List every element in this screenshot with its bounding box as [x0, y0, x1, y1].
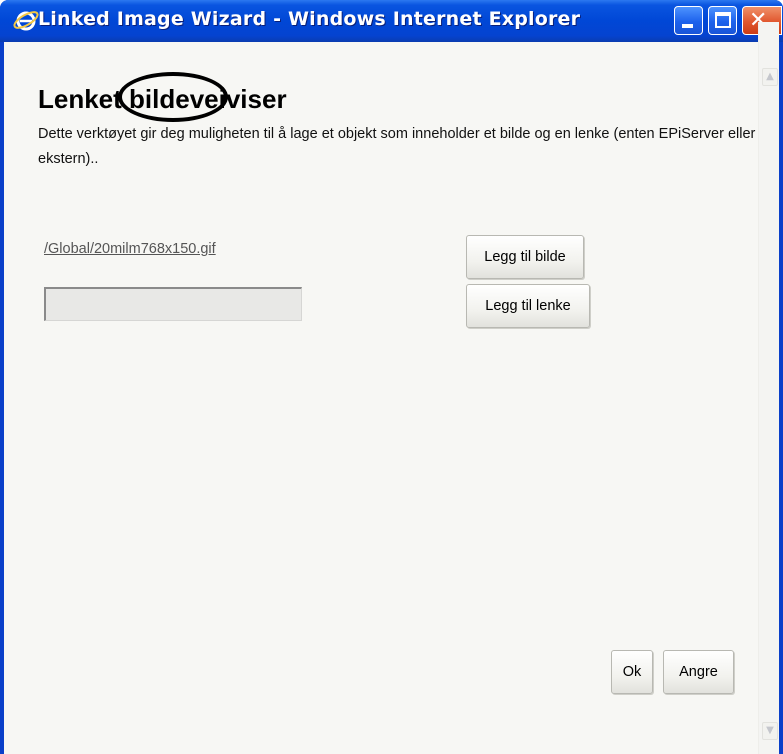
minimize-button[interactable]: [674, 6, 703, 35]
scroll-down-arrow-icon[interactable]: ▼: [762, 722, 778, 740]
minimize-icon: [682, 24, 693, 28]
browser-window: Linked Image Wizard - Windows Internet E…: [0, 0, 783, 754]
cancel-button[interactable]: Angre: [663, 650, 734, 694]
add-link-button[interactable]: Legg til lenke: [466, 284, 590, 328]
annotation-circle: [118, 72, 228, 122]
maximize-icon: [715, 12, 731, 28]
internet-explorer-icon: [13, 11, 39, 31]
add-image-button[interactable]: Legg til bilde: [466, 235, 584, 279]
link-field[interactable]: [44, 287, 302, 321]
image-path-link[interactable]: /Global/20milm768x150.gif: [44, 241, 216, 257]
window-title: Linked Image Wizard - Windows Internet E…: [38, 8, 581, 30]
ok-button[interactable]: Ok: [611, 650, 653, 694]
page-description: Dette verktøyet gir deg muligheten til å…: [38, 126, 756, 167]
scroll-up-arrow-icon[interactable]: ▲: [762, 68, 778, 86]
maximize-button[interactable]: [708, 6, 737, 35]
title-bar[interactable]: Linked Image Wizard - Windows Internet E…: [0, 0, 783, 42]
vertical-scrollbar[interactable]: ▲ ▼: [758, 22, 779, 754]
